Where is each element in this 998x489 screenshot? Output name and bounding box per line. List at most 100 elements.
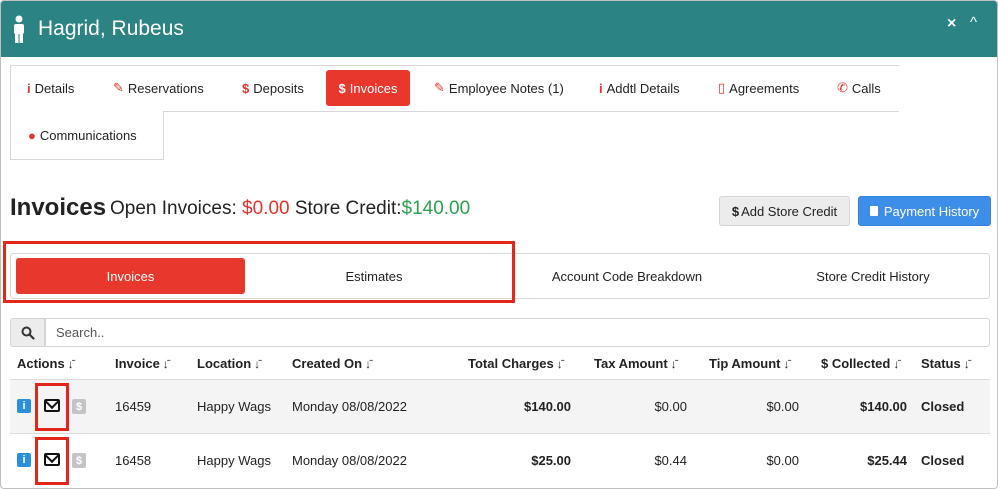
col-label: Total Charges <box>468 356 554 371</box>
tab-label: Deposits <box>253 80 304 96</box>
status: Closed <box>921 453 965 468</box>
info-icon: i <box>599 80 603 96</box>
tab-agreements[interactable]: ▯ Agreements <box>712 70 805 106</box>
tab-label: Details <box>34 80 75 96</box>
total-charges: $25.00 <box>531 453 571 468</box>
highlight-box <box>35 383 69 431</box>
tab-communications[interactable]: ● Communications <box>22 117 143 153</box>
col-label: Status <box>921 356 961 371</box>
clipboard-icon: ▯ <box>718 80 726 95</box>
sort-icon: ↓̄ <box>556 357 563 371</box>
dialog-header: Hagrid, Rubeus × ^ <box>1 1 997 57</box>
store-credit-value: $140.00 <box>401 198 471 219</box>
invoice-number: 16458 <box>115 453 152 468</box>
sort-icon: ↓̄ <box>67 357 74 371</box>
col-label: $ Collected <box>821 356 891 371</box>
invoice-number: 16459 <box>115 399 152 414</box>
col-location[interactable]: Location ↓̄ <box>197 356 260 371</box>
dollar-icon[interactable]: $ <box>72 453 86 468</box>
search-icon <box>21 326 35 340</box>
payment-history-button[interactable]: Payment History <box>858 196 991 226</box>
sort-icon: ↓̄ <box>783 357 790 371</box>
subtab-store-credit-history[interactable]: Store Credit History <box>753 258 993 294</box>
tip-amount: $0.00 <box>766 453 799 468</box>
tab-label: Agreements <box>729 80 800 96</box>
phone-icon: ✆ <box>837 80 848 95</box>
search-input[interactable] <box>45 318 990 347</box>
tab-deposits[interactable]: $ Deposits <box>236 70 310 106</box>
add-store-credit-label: Add Store Credit <box>741 203 838 219</box>
location: Happy Wags <box>197 453 271 468</box>
close-icon[interactable]: × <box>947 15 956 33</box>
comments-icon: ● <box>28 127 36 143</box>
edit-icon: ✎ <box>113 80 124 95</box>
dollar-icon[interactable]: $ <box>72 399 86 414</box>
created-on: Monday 08/08/2022 <box>292 453 407 468</box>
col-label: Tip Amount <box>709 356 781 371</box>
open-invoices-label: Open Invoices: <box>110 198 237 219</box>
col-label: Tax Amount <box>594 356 668 371</box>
info-icon: i <box>27 80 31 96</box>
sort-icon: ↓̄ <box>670 357 677 371</box>
customer-name: Hagrid, Rubeus <box>38 17 184 40</box>
tab-label: Employee Notes (1) <box>448 80 564 96</box>
payment-history-label: Payment History <box>883 203 980 219</box>
info-icon[interactable]: i <box>17 453 31 467</box>
tab-label: Calls <box>851 80 881 96</box>
tab-reservations[interactable]: ✎ Reservations <box>107 70 210 106</box>
tax-amount: $0.44 <box>654 453 687 468</box>
col-tax-amount[interactable]: Tax Amount ↓̄ <box>594 356 677 371</box>
col-collected[interactable]: $ Collected ↓̄ <box>821 356 899 371</box>
document-icon <box>869 206 878 216</box>
dollar-icon: $ <box>338 80 346 96</box>
tab-label: Invoices <box>349 80 398 96</box>
sort-icon: ↓̄ <box>893 357 900 371</box>
pencil-icon: ✎ <box>434 80 445 95</box>
subtab-account-code-breakdown[interactable]: Account Code Breakdown <box>507 258 747 294</box>
col-tip-amount[interactable]: Tip Amount ↓̄ <box>709 356 790 371</box>
tab-addtl-details[interactable]: i Addtl Details <box>593 70 686 106</box>
search-button[interactable] <box>10 318 45 347</box>
tab-invoices[interactable]: $ Invoices <box>326 70 410 106</box>
tab-details[interactable]: i Details <box>21 70 80 106</box>
location: Happy Wags <box>197 399 271 414</box>
col-status[interactable]: Status ↓̄ <box>921 356 970 371</box>
tip-amount: $0.00 <box>766 399 799 414</box>
col-label: Actions <box>17 356 65 371</box>
collapse-icon[interactable]: ^ <box>970 14 977 31</box>
sort-icon: ↓̄ <box>963 357 970 371</box>
col-label: Location <box>197 356 252 371</box>
amount-collected: $25.44 <box>867 453 907 468</box>
sort-icon: ↓̄ <box>365 357 372 371</box>
info-icon[interactable]: i <box>17 399 31 413</box>
sort-icon: ↓̄ <box>162 357 169 371</box>
col-invoice[interactable]: Invoice ↓̄ <box>115 356 169 371</box>
person-icon <box>14 15 24 43</box>
sort-icon: ↓̄ <box>254 357 261 371</box>
tax-amount: $0.00 <box>654 399 687 414</box>
customer-dialog: Hagrid, Rubeus × ^ i Details ✎ Reservati… <box>0 0 998 489</box>
dollar-icon: $ <box>731 203 740 219</box>
total-charges: $140.00 <box>524 399 571 414</box>
col-label: Invoice <box>115 356 160 371</box>
open-invoices-value: $0.00 <box>242 198 290 219</box>
highlight-box <box>3 241 515 303</box>
tab-label: Addtl Details <box>606 80 680 96</box>
highlight-box <box>35 437 69 485</box>
store-credit-label: Store Credit: <box>294 198 402 219</box>
col-actions[interactable]: Actions ↓̄ <box>17 356 74 371</box>
page-title: Invoices <box>10 194 107 221</box>
col-label: Created On <box>292 356 363 371</box>
col-created-on[interactable]: Created On ↓̄ <box>292 356 371 371</box>
amount-collected: $140.00 <box>860 399 907 414</box>
tab-employee-notes[interactable]: ✎ Employee Notes (1) <box>428 70 570 106</box>
tab-calls[interactable]: ✆ Calls <box>831 70 887 106</box>
created-on: Monday 08/08/2022 <box>292 399 407 414</box>
dollar-icon: $ <box>242 80 250 96</box>
status: Closed <box>921 399 965 414</box>
add-store-credit-button[interactable]: $ Add Store Credit <box>719 196 850 226</box>
invoice-summary: Open Invoices: $0.00 Store Credit:$140.0… <box>110 198 470 220</box>
tab-label: Communications <box>39 127 137 143</box>
tab-label: Reservations <box>127 80 204 96</box>
col-total-charges[interactable]: Total Charges ↓̄ <box>468 356 563 371</box>
